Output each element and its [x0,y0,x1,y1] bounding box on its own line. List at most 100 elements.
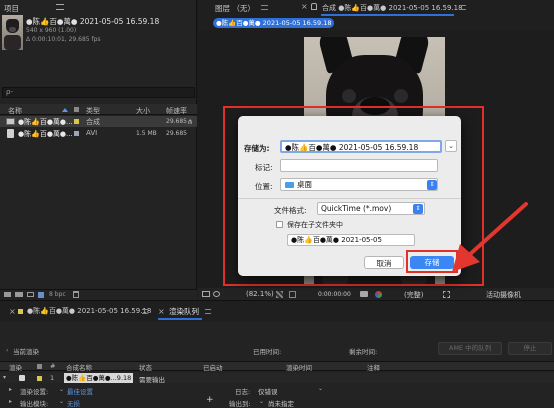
project-item-type: AVI [86,129,98,137]
project-panel [0,0,197,300]
save-as-filename-input[interactable]: ●陈👍百●萬● 2021-05-05 16.59.18 [280,140,442,153]
color-channel-icon[interactable] [375,291,382,298]
label-column-icon [74,107,79,112]
label-color-swatch [74,131,79,136]
add-output-module-icon[interactable]: + [206,395,214,405]
comp-timeline-close-icon[interactable]: × [9,307,16,316]
col-comment-header[interactable]: 注释 [367,362,380,372]
cancel-button[interactable]: 取消 [364,256,404,269]
save-as-label: 存储为: [244,144,270,153]
tags-label: 标记: [255,163,273,172]
label-color-swatch [37,376,42,381]
project-item-name: ●陈👍百●萬●... [18,130,73,138]
col-size-header[interactable]: 大小 [136,106,150,116]
log-label: 日志: [235,388,251,396]
output-to-value[interactable]: 尚未指定 [268,398,294,408]
comp-viewer-tab[interactable]: 合成 ●陈👍百●萬● 2021-05-05 16.59.18 [322,3,463,13]
layer-tab-menu-icon[interactable] [261,5,268,10]
panel-menu-icon[interactable] [56,4,64,10]
location-dropdown[interactable]: 桌面 ⇕ [280,178,438,191]
col-comp-name-header[interactable]: 合成名称 [66,362,92,372]
project-item-name: ●陈👍百●萬●... [18,118,73,126]
col-render-header[interactable]: 渲染 [9,362,22,372]
quality-dropdown[interactable]: (完整) [404,290,423,300]
subfolder-name-input[interactable]: ●陈👍百●萬● 2021-05-05 [287,234,415,246]
render-tab-menu-icon[interactable] [205,309,211,314]
project-panel-title[interactable]: 项目 [4,3,19,14]
zoom-dropdown[interactable]: (82.1%) [246,290,274,298]
output-to-label: 输出到: [229,400,251,408]
comp-breadcrumb[interactable]: ●陈👍百●萬● 2021-05-05 16.59.18 [213,18,335,28]
dropdown-arrows-icon: ⇕ [413,204,423,214]
render-settings-dropdown-icon[interactable]: ⌄ [59,386,64,393]
output-module-dropdown-icon[interactable]: ⌄ [59,398,64,405]
project-item-size: 1.5 MB [136,130,157,137]
new-comp-icon[interactable] [27,292,34,297]
output-to-dropdown-icon[interactable]: ⌄ [259,398,264,405]
interpret-footage-icon[interactable] [4,292,11,297]
always-preview-icon[interactable] [202,291,210,297]
sort-arrow-icon [62,108,68,112]
col-label-header-icon [37,364,42,369]
dog-left-eye [342,89,356,103]
project-search-input[interactable]: ρ- [2,87,195,98]
ame-queue-button[interactable]: AME 中的队列 [438,342,502,355]
elapsed-time-label: 已用时间: [253,348,282,356]
expand-triangle-icon[interactable]: ▾ [3,374,6,381]
annotation-arrow [452,202,528,272]
snapshot-camera-icon[interactable] [360,291,368,297]
render-item-status: 需要输出 [139,376,165,384]
label-color-swatch [74,119,79,124]
subfolder-checkbox[interactable] [276,221,283,228]
composition-icon [6,118,15,125]
comp-tab-menu-icon[interactable] [460,5,466,10]
timeline-tab-menu-icon[interactable] [142,309,148,314]
render-checkbox[interactable] [19,375,25,381]
output-module-expand-icon[interactable]: ▸ [9,398,12,405]
remaining-time-label: 剩余时间: [349,348,378,356]
camera-view-dropdown[interactable]: 活动摄像机 [486,290,521,300]
current-render-expand-icon[interactable]: › [6,347,8,354]
col-type-header[interactable]: 类型 [86,106,100,116]
project-row-footage[interactable]: ●陈👍百●萬●... AVI 1.5 MB 29.685 [0,128,197,139]
comp-timeline-tab[interactable]: ●陈👍百●萬● 2021-05-05 16.59.18 [27,306,151,316]
grid-icon[interactable] [289,291,296,298]
color-depth-icon[interactable] [38,292,44,298]
col-fps-header[interactable]: 帧速率 [166,106,187,116]
col-name-header[interactable]: 名称 [8,106,22,116]
dialog-separator [238,198,461,199]
comp-tab-close-icon[interactable]: × [301,2,308,11]
render-settings-label: 渲染设置: [20,388,49,396]
toggle-transparency-icon[interactable] [276,291,283,298]
tags-input[interactable] [280,159,438,172]
project-row-comp[interactable]: ●陈👍百●萬●... 合成 29.685 ⋔ [0,116,197,127]
render-settings-expand-icon[interactable]: ▸ [9,386,12,393]
log-dropdown[interactable]: 仅错误 [258,386,278,396]
render-settings-value[interactable]: 最佳设置 [67,386,93,396]
bpc-label[interactable]: 8 bpc [49,291,66,298]
output-module-value[interactable]: 无损 [67,398,80,408]
flowchart-icon: ⋔ [187,118,193,126]
expand-dialog-button[interactable]: ⌄ [445,140,457,152]
new-folder-icon[interactable] [15,292,23,297]
log-dropdown-arrow-icon[interactable]: ⌄ [318,385,323,392]
render-item-number: 1 [50,374,55,382]
col-render-time-header[interactable]: 渲染时间 [286,362,312,372]
col-status-header[interactable]: 状态 [139,362,152,372]
region-of-interest-icon[interactable] [443,291,450,298]
trash-icon[interactable] [73,291,79,298]
render-queue-close-icon[interactable]: × [158,307,165,316]
render-queue-tab[interactable]: 渲染队列 [169,306,199,317]
col-started-header[interactable]: 已启动 [203,362,223,372]
layer-tab[interactable]: 图层 （无） [215,3,255,14]
render-tab-underline [158,318,202,320]
stop-button[interactable]: 停止 [508,342,552,355]
footage-file-icon [7,129,14,138]
col-num-header[interactable]: # [50,362,55,370]
file-format-dropdown[interactable]: QuickTime (*.mov) ⇕ [317,202,425,215]
mask-visibility-icon[interactable] [213,291,220,297]
comp-thumbnail [2,15,23,50]
render-item-row[interactable]: ▾ 1 ●陈👍百●萬●...9.18 需要输出 [0,373,554,384]
timecode-display[interactable]: 0:00:00:00 [318,291,351,298]
lock-icon[interactable] [311,3,317,10]
